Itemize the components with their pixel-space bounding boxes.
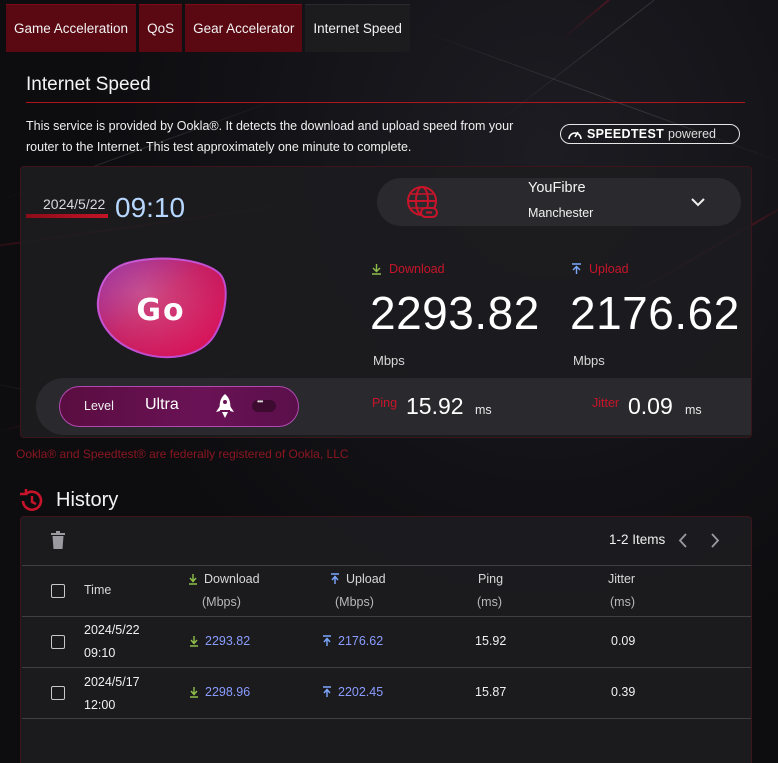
- items-count: 1-2 Items: [609, 532, 666, 547]
- go-button[interactable]: Go: [94, 256, 228, 362]
- column-header-jitter-unit: (ms): [610, 595, 635, 609]
- more-options-icon[interactable]: [252, 397, 276, 412]
- tab-game-acceleration[interactable]: Game Acceleration: [6, 4, 137, 52]
- download-arrow-icon: [372, 264, 381, 275]
- rocket-icon: [216, 394, 234, 418]
- test-time: 09:10: [115, 192, 186, 223]
- history-table-card: [20, 516, 752, 763]
- download-value: 2293.82: [370, 287, 540, 339]
- tab-internet-speed[interactable]: Internet Speed: [305, 4, 410, 52]
- date-accent-bar: [26, 214, 108, 218]
- column-header-time: Time: [84, 583, 112, 597]
- download-unit: Mbps: [373, 353, 405, 368]
- upload-label: Upload: [571, 262, 629, 276]
- jitter-value: 0.09: [628, 393, 673, 419]
- go-label: Go: [136, 293, 185, 328]
- row-date: 2024/5/17: [84, 675, 140, 689]
- chevron-left-icon[interactable]: [677, 533, 689, 548]
- row-ping: 15.87: [475, 685, 507, 699]
- ookla-trademark-note: Ookla® and Speedtest® are federally regi…: [16, 447, 349, 461]
- ping-unit: ms: [475, 403, 492, 417]
- upload-arrow-icon: [572, 263, 581, 274]
- service-description: This service is provided by Ookla®. It d…: [26, 119, 514, 154]
- chevron-right-icon[interactable]: [709, 533, 721, 548]
- test-date: 2024/5/22: [43, 196, 106, 212]
- download-arrow-icon: [190, 636, 198, 647]
- jitter-unit: ms: [685, 403, 702, 417]
- row-checkbox[interactable]: [51, 635, 65, 649]
- upload-arrow-icon: [331, 573, 339, 584]
- column-header-jitter: Jitter: [608, 572, 636, 586]
- table-divider: [22, 565, 751, 566]
- download-label: Download: [371, 262, 445, 276]
- trash-icon[interactable]: [51, 531, 65, 549]
- row-date: 2024/5/22: [84, 623, 140, 637]
- level-label: Level: [84, 399, 114, 413]
- row-time: 09:10: [84, 646, 116, 660]
- ping-label: Ping: [372, 396, 398, 410]
- history-icon: [20, 489, 43, 511]
- upload-arrow-icon: [323, 635, 331, 646]
- column-header-download-unit: (Mbps): [202, 595, 241, 609]
- page-title: Internet Speed: [26, 74, 151, 95]
- upload-value: 2176.62: [570, 287, 740, 339]
- column-header-ping-unit: (ms): [477, 595, 502, 609]
- history-title: History: [56, 489, 119, 511]
- row-ping: 15.92: [475, 634, 507, 648]
- badge-brand: SPEEDTEST: [587, 127, 665, 141]
- row-time: 12:00: [84, 698, 116, 712]
- row-upload: 2202.45: [322, 685, 383, 699]
- badge-suffix: powered: [668, 127, 716, 141]
- tab-qos[interactable]: QoS: [139, 4, 183, 52]
- select-all-checkbox[interactable]: [51, 584, 65, 598]
- row-download: 2293.82: [189, 634, 250, 648]
- download-arrow-icon: [189, 574, 197, 585]
- column-header-upload: Upload: [346, 572, 386, 586]
- globe-icon: [407, 186, 438, 218]
- chevron-down-icon[interactable]: [690, 194, 706, 210]
- server-city: Manchester: [528, 206, 594, 220]
- column-header-ping: Ping: [478, 572, 504, 586]
- table-divider: [22, 718, 751, 719]
- row-jitter: 0.09: [611, 634, 636, 648]
- speedtest-gauge-icon: [568, 131, 582, 140]
- level-value: Ultra: [145, 396, 179, 413]
- row-jitter: 0.39: [611, 685, 636, 699]
- upload-arrow-icon: [323, 686, 331, 697]
- tab-gear-accelerator[interactable]: Gear Accelerator: [185, 4, 303, 52]
- table-divider: [22, 667, 751, 668]
- jitter-label: Jitter: [592, 396, 620, 410]
- table-divider: [22, 616, 751, 617]
- download-arrow-icon: [190, 687, 198, 698]
- ping-value: 15.92: [406, 393, 464, 419]
- column-header-upload-unit: (Mbps): [335, 595, 374, 609]
- row-download: 2298.96: [189, 685, 250, 699]
- speedtest-powered-badge: SPEEDTEST powered: [560, 124, 740, 144]
- column-header-download: Download: [204, 572, 260, 586]
- title-divider: [26, 102, 745, 103]
- tab-bar: Game Acceleration QoS Gear Accelerator I…: [6, 4, 410, 52]
- row-checkbox[interactable]: [51, 686, 65, 700]
- server-isp: YouFibre: [528, 180, 586, 196]
- upload-unit: Mbps: [573, 353, 605, 368]
- row-upload: 2176.62: [322, 634, 383, 648]
